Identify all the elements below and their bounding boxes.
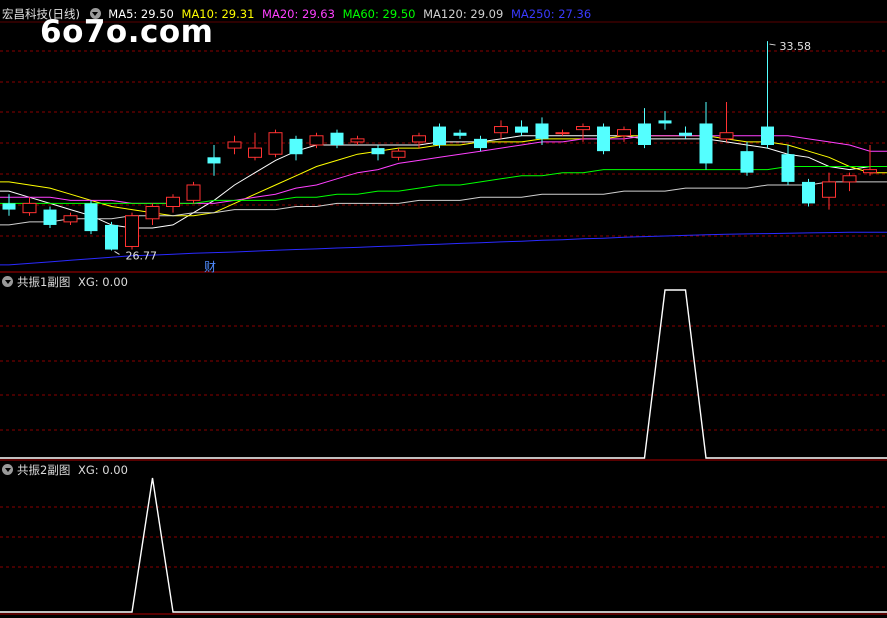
candle-body [535,123,549,139]
chevron-down-icon[interactable] [2,464,13,475]
chevron-down-icon[interactable] [2,276,13,287]
ma60-label: MA60: 29.50 [342,7,416,21]
candle-body [227,141,242,149]
ma250-label: MA250: 27.36 [510,7,592,21]
candle-body [494,126,508,134]
candle-body [863,169,877,174]
candle-body [802,181,815,204]
panel1-header: 共振1副图 XG: 0.00 [2,274,132,290]
candle-body [658,120,672,124]
candle-body [740,151,754,173]
candle-body [515,126,528,133]
candle-body [597,126,610,152]
candle-body [309,135,324,146]
candle-body [822,181,836,198]
candle-body [145,206,160,220]
candle-body [617,129,631,137]
ma20-label: MA20: 29.63 [262,7,335,21]
low-marker [114,251,120,255]
panel1-title[interactable]: 共振1副图 [17,275,70,289]
candle-body [842,175,857,183]
candle-body [207,157,221,164]
candle-body [719,132,734,140]
candle-body [371,148,385,155]
low-price-label: 26.77 [126,249,158,262]
candle-body [350,138,365,143]
candle-body [453,132,467,136]
ma120-label: MA120: 29.09 [423,7,504,21]
financial-report-marker[interactable]: 财 [204,258,216,275]
candle-body [125,215,139,247]
high-marker [769,43,776,46]
candle-body [576,126,590,131]
candle-body [43,209,57,225]
candle-body [63,215,78,223]
candle-body [638,123,651,145]
candle-body [22,202,37,214]
candle-body [186,184,201,201]
panel1-xg: XG: 0.00 [77,275,128,289]
watermark: 6o7o.com [40,14,214,50]
kline-chart-canvas[interactable]: 33.58 26.77 [0,0,887,618]
candle-body [474,138,487,149]
candle-body [555,132,570,135]
candle-body [166,196,180,207]
high-price-label: 33.58 [780,40,812,53]
ma-line-ma60 [0,166,887,204]
candle-body [84,203,98,232]
candle-body [268,132,283,155]
candle-body [2,203,16,210]
candle-body [105,224,118,250]
ma-line-ma5 [0,135,887,229]
candle-body [781,154,795,182]
panel2-signal-line [0,477,887,613]
candle-body [761,126,774,145]
panel2-header: 共振2副图 XG: 0.00 [2,462,132,478]
panel1-signal-line [0,289,887,459]
panel2-xg: XG: 0.00 [77,463,128,477]
candle-body [412,135,426,143]
candle-body [330,132,344,145]
panel2-title[interactable]: 共振2副图 [17,463,70,477]
candle-body [391,150,406,158]
candle-body [699,123,713,164]
candle-body [248,147,262,158]
candle-body [433,126,446,145]
candle-body [679,132,692,136]
candle-body [289,138,303,155]
